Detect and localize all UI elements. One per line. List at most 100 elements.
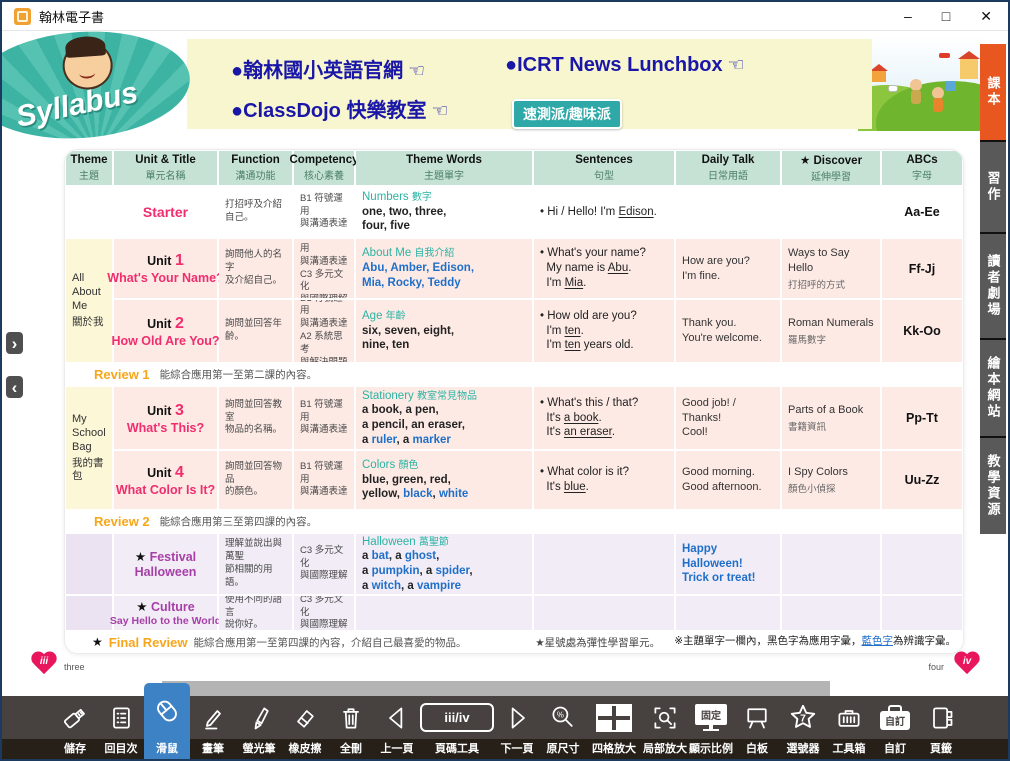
quad-zoom-tool[interactable]: 四格放大 [586,696,642,759]
unit4-abcs-cell: Uu-Zz [882,451,962,509]
table-of-contents-icon [107,696,135,739]
maximize-button[interactable]: □ [942,9,950,23]
custom-tool[interactable]: 自訂 自訂 [872,696,918,759]
header-sentences: Sentences句型 [534,151,674,185]
four-pane-grid-icon [596,704,632,732]
theme-my-school-bag-cell: My School Bag我的書包 [66,387,112,509]
unit4-sentences-cell: • What color is it? It's blue. [534,451,674,509]
unit1-sentences-cell: • What's your name? My name is Abu. I'm … [534,239,674,298]
unit2-competency-cell: B1 符號運用 與溝通表達 A2 系統思考 與解決問題 [294,300,354,362]
kid-figure [932,87,944,99]
eraser-tool[interactable]: 橡皮擦 [282,696,328,759]
page-number-tool[interactable]: iii/iv 頁碼工具 [420,696,494,759]
bookmark-binder-icon [927,696,955,739]
panel-expand-arrow[interactable]: › [6,332,23,354]
starter-competency-cell: B1 符號運用 與溝通表達 [294,187,354,237]
svg-text:7: 7 [800,713,806,724]
festival-title-cell: ★ Festival Halloween [114,534,217,594]
unit3-theme-words-cell: Stationery 教室常見物品a book, a pen,a pencil,… [356,387,532,449]
pen-tool[interactable]: 畫筆 [190,696,236,759]
header-theme: Theme主題 [66,151,112,185]
eraser-icon [291,696,319,739]
unit1-daily-talk-cell: How are you? I'm fine. [676,239,780,298]
number-picker-tool[interactable]: 7 選號器 [780,696,826,759]
footnote-vocab-colors: ※主題單字一欄內，黑色字為應用字彙，藍色字為辨識字彙。 [674,635,956,650]
unit3-abcs-cell: Pp-Tt [882,387,962,449]
festival-theme-words-cell: Halloween 萬聖節a bat, a ghost,a pumpkin, a… [356,534,532,594]
minimize-button[interactable]: – [904,9,912,23]
partial-zoom-tool[interactable]: 局部放大 [642,696,688,759]
toc-tool[interactable]: 回目次 [98,696,144,759]
syllabus-card: Theme主題 Unit & Title單元名稱 Function溝通功能 Co… [64,149,964,654]
highlighter-tool[interactable]: 螢光筆 [236,696,282,759]
toolbox-tool[interactable]: 工具箱 [826,696,872,759]
left-triangle-icon [383,696,411,739]
original-size-tool[interactable]: % 原尺寸 [540,696,586,759]
tab-workbook[interactable]: 習作 [980,142,1006,232]
header-abcs: ABCs字母 [882,151,962,185]
quiz-fun-badge[interactable]: 速測派/趣味派 [512,99,622,129]
page-tab-tool[interactable]: 頁籤 [918,696,964,759]
whiteboard-tool[interactable]: 白板 [734,696,780,759]
festival-discover-cell [782,534,880,594]
prev-page-tool[interactable]: 上一頁 [374,696,420,759]
unit1-theme-words-cell: About Me 自我介紹Abu, Amber, Edison,Mia, Roc… [356,239,532,298]
display-ratio-tool[interactable]: 固定 顯示比例 [688,696,734,759]
landscape-illustration [858,35,986,131]
starter-discover-cell [782,187,880,237]
save-tool[interactable]: 儲存 [52,696,98,759]
toolbar: 儲存 回目次 滑鼠 畫筆 螢光筆 橡皮擦 全刪 上一頁 [2,696,1008,759]
page-indicator[interactable]: iii/iv [420,703,494,732]
page-number-heart-left: iii [29,651,59,677]
pointer-hand-icon: ☜ [431,101,448,122]
festival-sentences-cell [534,534,674,594]
starter-title-cell: Starter [114,187,217,237]
syllabus-logo: Syllabus [0,25,193,146]
region-magnifier-icon [651,696,679,739]
unit4-theme-words-cell: Colors 顏色blue, green, red,yellow, black,… [356,451,532,509]
close-button[interactable]: ✕ [980,9,992,23]
starter-daily-talk-cell [676,187,780,237]
tab-picturebook-site[interactable]: 繪本網站 [980,340,1006,436]
link-hanlin-english-site[interactable]: ●翰林國小英語官網☜ [231,54,425,83]
unit3-daily-talk-cell: Good job! / Thanks! Cool! [676,387,780,449]
svg-text:%: % [557,710,564,719]
banner-links-box: ●翰林國小英語官網☜ ●ICRT News Lunchbox☜ ●ClassDo… [187,39,872,129]
culture-abcs-cell [882,596,962,630]
starter-theme-words-cell: Numbers 數字one, two, three,four, five [356,187,532,237]
pencil-icon [199,696,227,739]
unit4-competency-cell: B1 符號運用 與溝通表達 [294,451,354,509]
unit3-discover-cell: Parts of a Book書籍資訊 [782,387,880,449]
fixed-monitor-icon: 固定 [695,704,727,731]
header-daily-talk: Daily Talk日常用語 [676,151,780,185]
pointer-hand-icon: ☜ [728,55,745,76]
unit2-sentences-cell: • How old are you? I'm ten. I'm ten year… [534,300,674,362]
link-classdojo[interactable]: ●ClassDojo 快樂教室☜ [231,94,449,123]
tab-teaching-resources[interactable]: 教學資源 [980,438,1006,534]
header-function: Function溝通功能 [219,151,292,185]
next-page-tool[interactable]: 下一頁 [494,696,540,759]
footnote-star: ★星號處為彈性學習單元。 [535,635,660,650]
tab-textbook[interactable]: 課本 [980,44,1006,140]
titlebar: 翰林電子書 – □ ✕ [2,2,1008,31]
panel-collapse-arrow[interactable]: ‹ [6,376,23,398]
unit3-function-cell: 詢問並回答教室 物品的名稱。 [219,387,292,449]
unit3-title-cell: Unit 3 What's This? [114,387,217,449]
culture-discover-cell [782,596,880,630]
star-number-icon: 7 [788,696,818,739]
tab-readers-theater[interactable]: 讀者劇場 [980,234,1006,338]
unit1-function-cell: 詢問他人的名字 及介紹自己。 [219,239,292,298]
house [872,71,886,82]
mouse-tool[interactable]: 滑鼠 [144,683,190,759]
unit4-title-cell: Unit 4 What Color Is It? [114,451,217,509]
unit2-discover-cell: Roman Numerals羅馬數字 [782,300,880,362]
app-icon [14,8,31,25]
unit2-theme-words-cell: Age 年齡six, seven, eight,nine, ten [356,300,532,362]
page-word-left: three [64,662,85,672]
culture-competency-cell: C3 多元文化 與國際理解 [294,596,354,630]
dog [888,85,898,92]
link-icrt-news-lunchbox[interactable]: ●ICRT News Lunchbox☜ [505,54,745,77]
delete-all-tool[interactable]: 全刪 [328,696,374,759]
highlighter-icon [245,696,273,739]
culture-theme-cell [66,596,112,630]
